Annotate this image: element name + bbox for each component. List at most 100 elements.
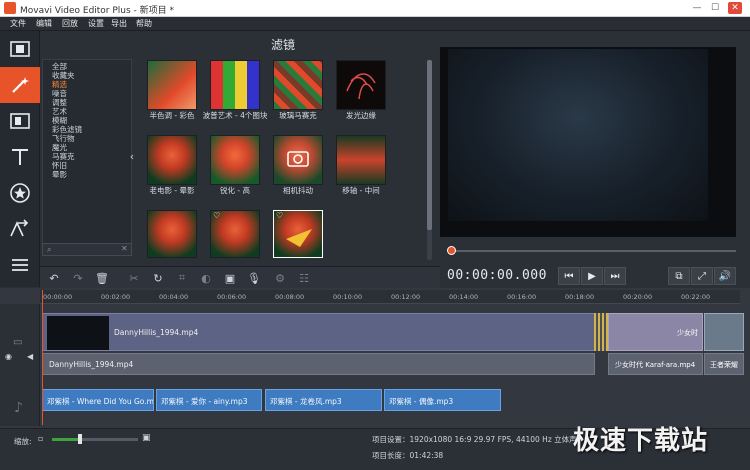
titles-tool[interactable] <box>0 139 40 175</box>
category-color-filters[interactable]: 彩色滤镜 <box>52 125 82 134</box>
menu-file[interactable]: 文件 <box>10 18 26 29</box>
equalizer-button[interactable]: ☷ <box>296 270 312 286</box>
menu-edit[interactable]: 编辑 <box>36 18 52 29</box>
timecode: 00:00:00.000 <box>447 268 547 283</box>
audio-clip-2[interactable]: 少女时代 Karaf-ara.mp4 <box>608 353 703 375</box>
category-magic-light[interactable]: 魔光 <box>52 143 67 152</box>
image-button[interactable]: ▣ <box>222 270 238 286</box>
undo-button[interactable]: ↶ <box>46 270 62 286</box>
mute-icon[interactable]: ◀ <box>27 352 33 361</box>
menu-settings[interactable]: 设置 <box>88 18 104 29</box>
clip-settings-button[interactable]: ⚙ <box>272 270 288 286</box>
music-clip[interactable]: 邓紫棋 - 爱你 - ainy.mp3 <box>156 389 262 411</box>
category-favorites[interactable]: 收藏夹 <box>52 71 75 80</box>
filter-thumb-pop-art[interactable] <box>210 60 260 110</box>
music-clip[interactable]: 邓紫棋 - 偶像.mp3 <box>384 389 501 411</box>
video-clip-3[interactable] <box>704 313 744 351</box>
delete-button[interactable]: 🗑 <box>94 270 110 286</box>
category-search-input[interactable]: ⌕ ✕ <box>42 243 132 256</box>
filter-thumb-halftone[interactable] <box>147 60 197 110</box>
shapes-tool[interactable] <box>0 211 40 247</box>
clip-transition[interactable] <box>594 313 608 351</box>
rotate-button[interactable]: ↻ <box>150 270 166 286</box>
filter-thumb-camera-shake[interactable] <box>273 135 323 185</box>
heart-icon[interactable]: ♡ <box>213 211 220 220</box>
transition-icon <box>10 113 30 129</box>
previous-frame-button[interactable]: ⏮ <box>558 267 580 285</box>
filters-tool[interactable] <box>0 67 40 103</box>
filter-thumb-tilt-shift[interactable] <box>336 135 386 185</box>
zoom-slider-handle[interactable] <box>78 434 82 444</box>
text-icon <box>12 149 28 165</box>
filter-thumb-glowing-edges[interactable] <box>336 60 386 110</box>
filter-label: 发光边缘 <box>346 111 376 120</box>
skip-back-icon: ⏮ <box>564 270 574 282</box>
redo-button[interactable]: ↷ <box>70 270 86 286</box>
color-adjust-button[interactable]: ◐ <box>198 270 214 286</box>
category-featured[interactable]: 精选 <box>52 80 67 89</box>
microphone-icon: 🎙 <box>247 271 261 285</box>
music-clip-label: 邓紫棋 - 龙卷风.mp3 <box>270 397 342 406</box>
category-vignette[interactable]: 晕影 <box>52 170 67 179</box>
crop-icon: ⌗ <box>178 271 186 284</box>
zoom-in-icon[interactable]: ▣ <box>142 433 151 443</box>
crop-button[interactable]: ⌗ <box>174 270 190 286</box>
audio-clip-label: DannyHillis_1994.mp4 <box>49 360 134 369</box>
volume-button[interactable]: 🔊 <box>714 267 736 285</box>
category-noise[interactable]: 噪音 <box>52 89 67 98</box>
zoom-slider-fill <box>52 438 80 441</box>
media-import-tool[interactable] <box>0 31 40 67</box>
video-clip-2[interactable]: 少女时 <box>608 313 703 351</box>
category-art[interactable]: 艺术 <box>52 107 67 116</box>
filter-thumb[interactable]: ♡ <box>273 210 323 258</box>
transitions-tool[interactable] <box>0 103 40 139</box>
category-adjust[interactable]: 调整 <box>52 98 67 107</box>
eye-icon[interactable]: ◉ <box>5 352 12 361</box>
gear-icon: ⚙ <box>275 271 285 285</box>
playback-scrubber[interactable] <box>447 246 456 255</box>
filter-thumb[interactable]: ♡ <box>210 210 260 258</box>
zoom-out-icon[interactable]: ▫ <box>38 434 43 443</box>
timeline-playhead[interactable] <box>42 290 43 425</box>
ruler-tick: 00:20:00 <box>623 293 653 301</box>
filter-thumb-glass-mosaic[interactable] <box>273 60 323 110</box>
collapse-panel-icon[interactable]: ‹ <box>126 150 138 166</box>
magic-wand-icon <box>12 77 29 93</box>
filters-title: 滤镜 <box>270 38 295 52</box>
play-button[interactable]: ▶ <box>581 267 603 285</box>
more-tools[interactable] <box>0 247 40 283</box>
fullscreen-button[interactable]: ⤢ <box>691 267 713 285</box>
category-all[interactable]: 全部 <box>52 62 67 71</box>
stickers-tool[interactable] <box>0 175 40 211</box>
menu-playback[interactable]: 回放 <box>62 18 78 29</box>
shapes-icon <box>10 219 29 237</box>
menu-export[interactable]: 导出 <box>111 18 127 29</box>
playback-progress[interactable] <box>450 250 736 252</box>
ruler-tick: 00:10:00 <box>333 293 363 301</box>
filter-thumb-sharpen[interactable] <box>210 135 260 185</box>
filter-scroll-thumb[interactable] <box>427 60 432 230</box>
audio-clip-3[interactable]: 王者荣耀 <box>704 353 744 375</box>
category-retro[interactable]: 怀旧 <box>52 161 67 170</box>
filter-label: 移轴 - 中间 <box>342 186 380 195</box>
audio-clip-2-label: 少女时代 Karaf-ara.mp4 <box>615 361 696 369</box>
filter-thumb[interactable] <box>147 210 197 258</box>
minimize-icon[interactable]: — <box>690 2 704 14</box>
filter-label: 玻璃马赛克 <box>279 111 317 120</box>
scissors-icon: ✂ <box>129 271 139 285</box>
menu-help[interactable]: 帮助 <box>136 18 152 29</box>
clear-search-icon[interactable]: ✕ <box>121 244 128 253</box>
record-audio-button[interactable]: 🎙 <box>246 270 262 286</box>
music-clip[interactable]: 邓紫棋 - Where Did You Go.mp3 <box>42 389 154 411</box>
music-clip[interactable]: 邓紫棋 - 龙卷风.mp3 <box>265 389 382 411</box>
close-icon[interactable]: ✕ <box>728 2 742 14</box>
detach-preview-button[interactable]: ⧉ <box>668 267 690 285</box>
category-blur[interactable]: 模糊 <box>52 116 67 125</box>
next-frame-button[interactable]: ⏭ <box>604 267 626 285</box>
cut-button[interactable]: ✂ <box>126 270 142 286</box>
category-flying[interactable]: 飞行物 <box>52 134 75 143</box>
maximize-icon[interactable]: ☐ <box>708 2 722 14</box>
category-mosaic[interactable]: 马赛克 <box>52 152 75 161</box>
heart-icon[interactable]: ♡ <box>276 211 283 220</box>
filter-thumb-old-movie[interactable] <box>147 135 197 185</box>
